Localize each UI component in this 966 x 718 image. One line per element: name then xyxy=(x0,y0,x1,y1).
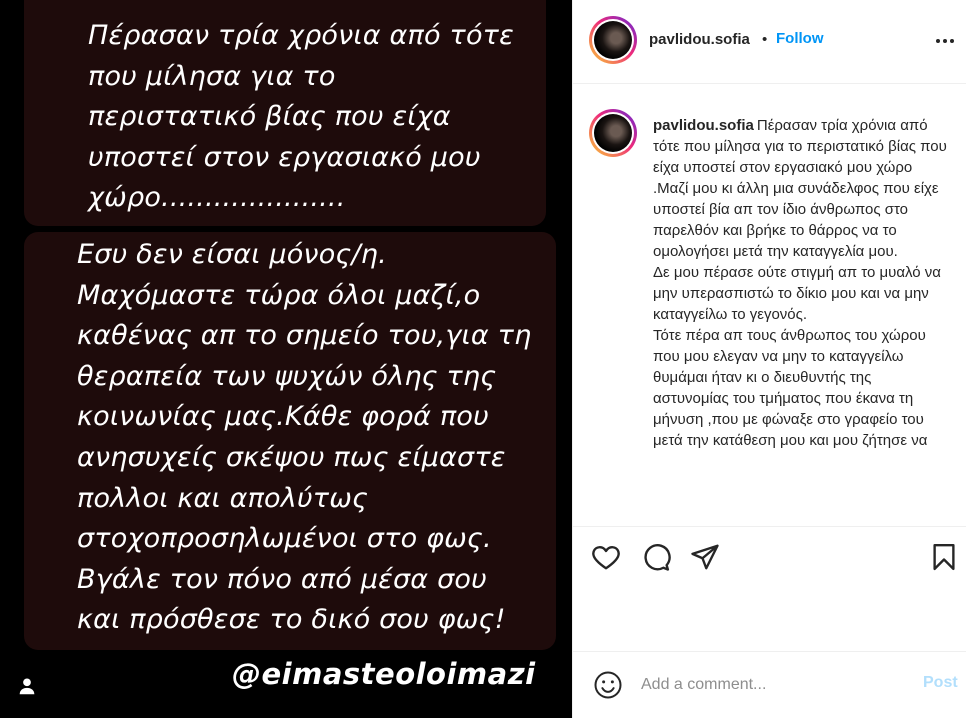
comment-bubble-icon[interactable] xyxy=(641,542,671,572)
paper-plane-icon[interactable] xyxy=(690,542,720,572)
add-comment-bar: Post xyxy=(573,651,966,718)
caption-username[interactable]: pavlidou.sofia xyxy=(653,117,754,134)
follow-button[interactable]: Follow xyxy=(776,30,824,47)
comment-input[interactable] xyxy=(641,672,911,698)
post-comment-button[interactable]: Post xyxy=(923,674,958,692)
emoji-smile-icon[interactable] xyxy=(593,670,623,700)
header-separator: • xyxy=(762,31,768,48)
caption-text: Πέρασαν τρία χρόνια από τότε που μίλησα … xyxy=(653,117,947,449)
header-username[interactable]: pavlidou.sofia xyxy=(649,31,750,48)
heart-icon[interactable] xyxy=(591,542,621,572)
caption-avatar[interactable] xyxy=(589,109,637,157)
post-header: pavlidou.sofia • Follow xyxy=(573,0,966,84)
action-bar xyxy=(573,528,966,588)
story-text-intro: Πέρασαν τρία χρόνια από τότε που μίλησα … xyxy=(88,20,514,213)
post-image[interactable]: Πέρασαν τρία χρόνια από τότε που μίλησα … xyxy=(0,0,572,718)
avatar[interactable] xyxy=(589,16,637,64)
comments-section[interactable]: pavlidou.sofia Πέρασαν τρία χρόνια από τό… xyxy=(573,85,966,527)
person-icon[interactable] xyxy=(16,675,38,697)
more-horizontal-icon[interactable] xyxy=(935,31,955,51)
post-caption: pavlidou.sofia Πέρασαν τρία χρόνια από τό… xyxy=(653,115,949,451)
story-text-message: Εσυ δεν είσαι μόνος/η. Μαχόμαστε τώρα όλ… xyxy=(77,239,532,636)
bookmark-icon[interactable] xyxy=(929,542,959,572)
post-sidebar: pavlidou.sofia • Follow pavlidou.sofia Πέ… xyxy=(572,0,966,718)
story-handle: @eimasteoloimazi xyxy=(232,657,536,691)
